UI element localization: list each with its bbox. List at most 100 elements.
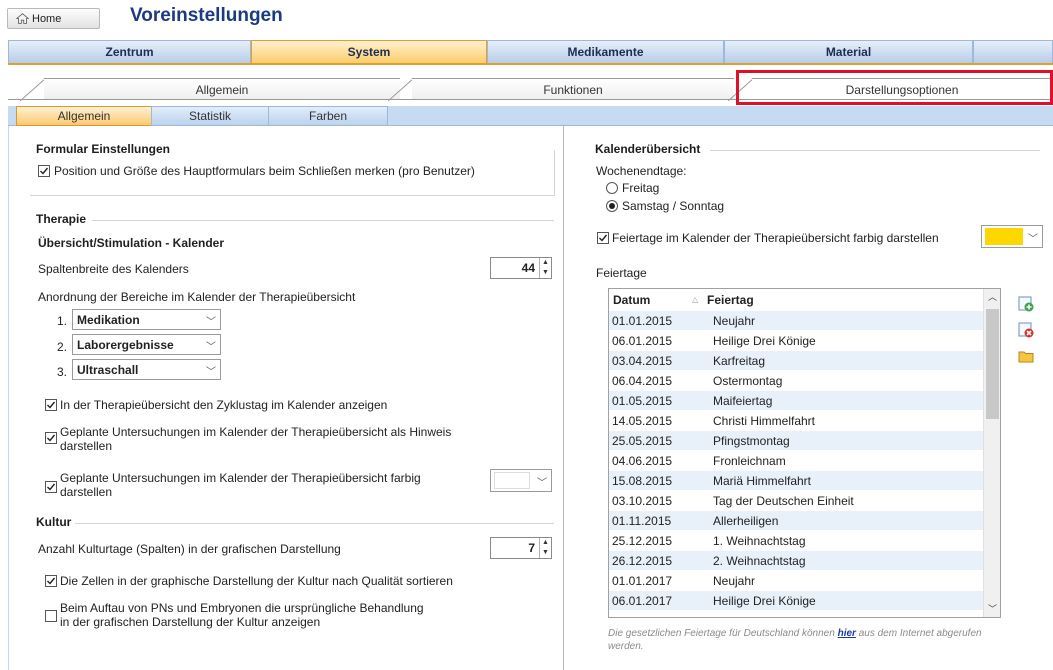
checkmark-icon xyxy=(47,401,56,409)
home-button[interactable]: Home xyxy=(7,8,100,29)
subtab-darstellungsoptionen[interactable]: Darstellungsoptionen xyxy=(752,78,1052,100)
hinweis-checkbox[interactable] xyxy=(45,432,57,444)
kalender-title: Kalenderübersicht xyxy=(595,142,707,156)
table-row[interactable]: 26.12.2015 2. Weihnachtstag xyxy=(609,551,985,570)
stepper-down-icon[interactable]: ▼ xyxy=(540,268,551,278)
formular-title: Formular Einstellungen xyxy=(36,142,177,156)
tab-more[interactable] xyxy=(973,40,1053,63)
row-feiertag: Pfingstmontag xyxy=(713,433,790,448)
anordnung-label: Anordnung der Bereiche im Kalender der T… xyxy=(38,290,356,304)
table-row[interactable]: 15.08.2015 Mariä Himmelfahrt xyxy=(609,471,985,490)
sortieren-checkbox[interactable] xyxy=(45,575,57,587)
order-select-1[interactable]: Medikation ﹀ xyxy=(72,309,221,330)
stepper-up-icon[interactable]: ▲ xyxy=(540,538,551,548)
table-row[interactable]: 06.01.2015 Heilige Drei Könige xyxy=(609,331,985,350)
row-datum: 06.04.2015 xyxy=(612,373,673,388)
kulturtage-value: 7 xyxy=(528,541,535,555)
add-row-icon[interactable] xyxy=(1018,296,1034,312)
delete-row-icon[interactable] xyxy=(1018,322,1034,338)
aufbau-checkbox[interactable] xyxy=(45,610,57,622)
feiertage-list[interactable]: Datum △ Feiertag 01.01.2015 Neujahr 06.01.… xyxy=(608,288,1001,618)
subtab-allgemein[interactable]: Allgemein xyxy=(44,78,400,100)
hinweis-label-2: darstellen xyxy=(60,439,113,453)
table-row[interactable]: 25.12.2015 1. Weihnachtstag xyxy=(609,531,985,550)
row-feiertag: Ostermontag xyxy=(713,373,783,388)
table-row[interactable]: 01.05.2015 Maifeiertag xyxy=(609,391,985,410)
subtab2-farben[interactable]: Farben xyxy=(268,106,388,126)
feiertage-color-select[interactable]: ﹀ xyxy=(981,225,1043,248)
formular-checkbox[interactable] xyxy=(38,165,50,177)
scroll-down-icon[interactable]: ﹀ xyxy=(984,601,1000,617)
farbig-label-2: darstellen xyxy=(60,485,113,499)
feiertage-checkbox[interactable] xyxy=(597,232,609,244)
stepper-down-icon[interactable]: ▼ xyxy=(540,548,551,558)
order-select-2[interactable]: Laborergebnisse ﹀ xyxy=(72,334,221,355)
table-row[interactable]: 03.10.2015 Tag der Deutschen Einheit xyxy=(609,491,985,510)
col-feiertag[interactable]: Feiertag xyxy=(707,293,754,307)
spaltenbreite-stepper[interactable]: 44 ▲ ▼ xyxy=(490,257,552,279)
feiertage-cb-label: Feiertage im Kalender der Therapieübersi… xyxy=(612,231,939,245)
table-row[interactable]: 06.01.2017 Heilige Drei Könige xyxy=(609,591,985,610)
folder-icon[interactable] xyxy=(1018,348,1034,364)
stepper-up-icon[interactable]: ▲ xyxy=(540,258,551,268)
kultur-rule xyxy=(75,523,554,524)
aufbau-label-1: Beim Auftau von PNs und Embryonen die ur… xyxy=(60,601,424,615)
freitag-label: Freitag xyxy=(622,181,660,195)
main-tab-bar: Zentrum System Medikamente Material xyxy=(8,40,1053,65)
table-row[interactable]: 25.05.2015 Pfingstmontag xyxy=(609,431,985,450)
freitag-radio[interactable] xyxy=(606,182,618,194)
hinweis-label-1: Geplante Untersuchungen im Kalender der … xyxy=(60,425,452,439)
order-num-2: 2. xyxy=(57,340,68,354)
tab-medikamente[interactable]: Medikamente xyxy=(487,40,724,63)
color-swatch xyxy=(494,472,530,489)
zyklustag-label: In der Therapieübersicht den Zyklustag i… xyxy=(60,398,388,412)
list-scrollbar[interactable]: ︿ ﹀ xyxy=(983,289,1000,617)
row-feiertag: Karfreitag xyxy=(713,353,766,368)
scroll-up-icon[interactable]: ︿ xyxy=(984,289,1000,305)
column-divider xyxy=(563,126,564,670)
table-row[interactable]: 01.01.2017 Neujahr xyxy=(609,571,985,590)
col-datum[interactable]: Datum xyxy=(613,293,650,307)
order-value-3: Ultraschall xyxy=(77,362,139,377)
row-datum: 14.05.2015 xyxy=(612,413,673,428)
table-row[interactable]: 01.11.2015 Allerheiligen xyxy=(609,511,985,530)
table-row[interactable]: 04.06.2015 Fronleichnam xyxy=(609,451,985,470)
row-datum: 03.10.2015 xyxy=(612,493,673,508)
table-row[interactable]: 06.04.2015 Ostermontag xyxy=(609,371,985,390)
samstag-radio[interactable] xyxy=(606,200,618,212)
row-datum: 25.12.2015 xyxy=(612,533,673,548)
table-row[interactable]: 01.01.2015 Neujahr xyxy=(609,311,985,330)
row-datum: 06.01.2017 xyxy=(612,593,673,608)
order-select-3[interactable]: Ultraschall ﹀ xyxy=(72,359,221,380)
table-row[interactable]: 14.05.2015 Christi Himmelfahrt xyxy=(609,411,985,430)
row-feiertag: Neujahr xyxy=(713,573,756,588)
row-feiertag: Tag der Deutschen Einheit xyxy=(713,493,854,508)
order-num-3: 3. xyxy=(57,365,68,379)
table-row[interactable]: 03.04.2015 Karfreitag xyxy=(609,351,985,370)
tab-baseline xyxy=(8,99,1053,100)
note-link[interactable]: hier xyxy=(838,628,856,639)
row-datum: 25.05.2015 xyxy=(612,433,673,448)
row-feiertag: Mariä Himmelfahrt xyxy=(713,473,812,488)
checkmark-icon xyxy=(599,234,608,242)
tab-system[interactable]: System xyxy=(251,40,487,63)
kulturtage-stepper[interactable]: 7 ▲ ▼ xyxy=(490,537,552,559)
row-feiertag: Fronleichnam xyxy=(713,453,786,468)
subtab2-allgemein[interactable]: Allgemein xyxy=(16,106,152,126)
subtab-funktionen[interactable]: Funktionen xyxy=(412,78,734,100)
list-header: Datum △ Feiertag xyxy=(609,289,985,311)
home-label: Home xyxy=(32,12,62,25)
tab-material[interactable]: Material xyxy=(724,40,973,63)
sort-icon: △ xyxy=(692,295,699,304)
untersuchung-color-select[interactable]: ﹀ xyxy=(490,469,552,492)
farbig-checkbox[interactable] xyxy=(45,481,57,493)
row-feiertag: Allerheiligen xyxy=(713,513,779,528)
zyklustag-checkbox[interactable] xyxy=(45,399,57,411)
row-feiertag: Neujahr xyxy=(713,313,756,328)
feiertage-label: Feiertage xyxy=(596,266,647,280)
subtab2-statistik[interactable]: Statistik xyxy=(151,106,269,126)
samstag-label: Samstag / Sonntag xyxy=(622,199,725,213)
tab-zentrum[interactable]: Zentrum xyxy=(8,40,251,63)
scroll-thumb[interactable] xyxy=(986,309,999,419)
chevron-down-icon: ﹀ xyxy=(206,317,216,328)
